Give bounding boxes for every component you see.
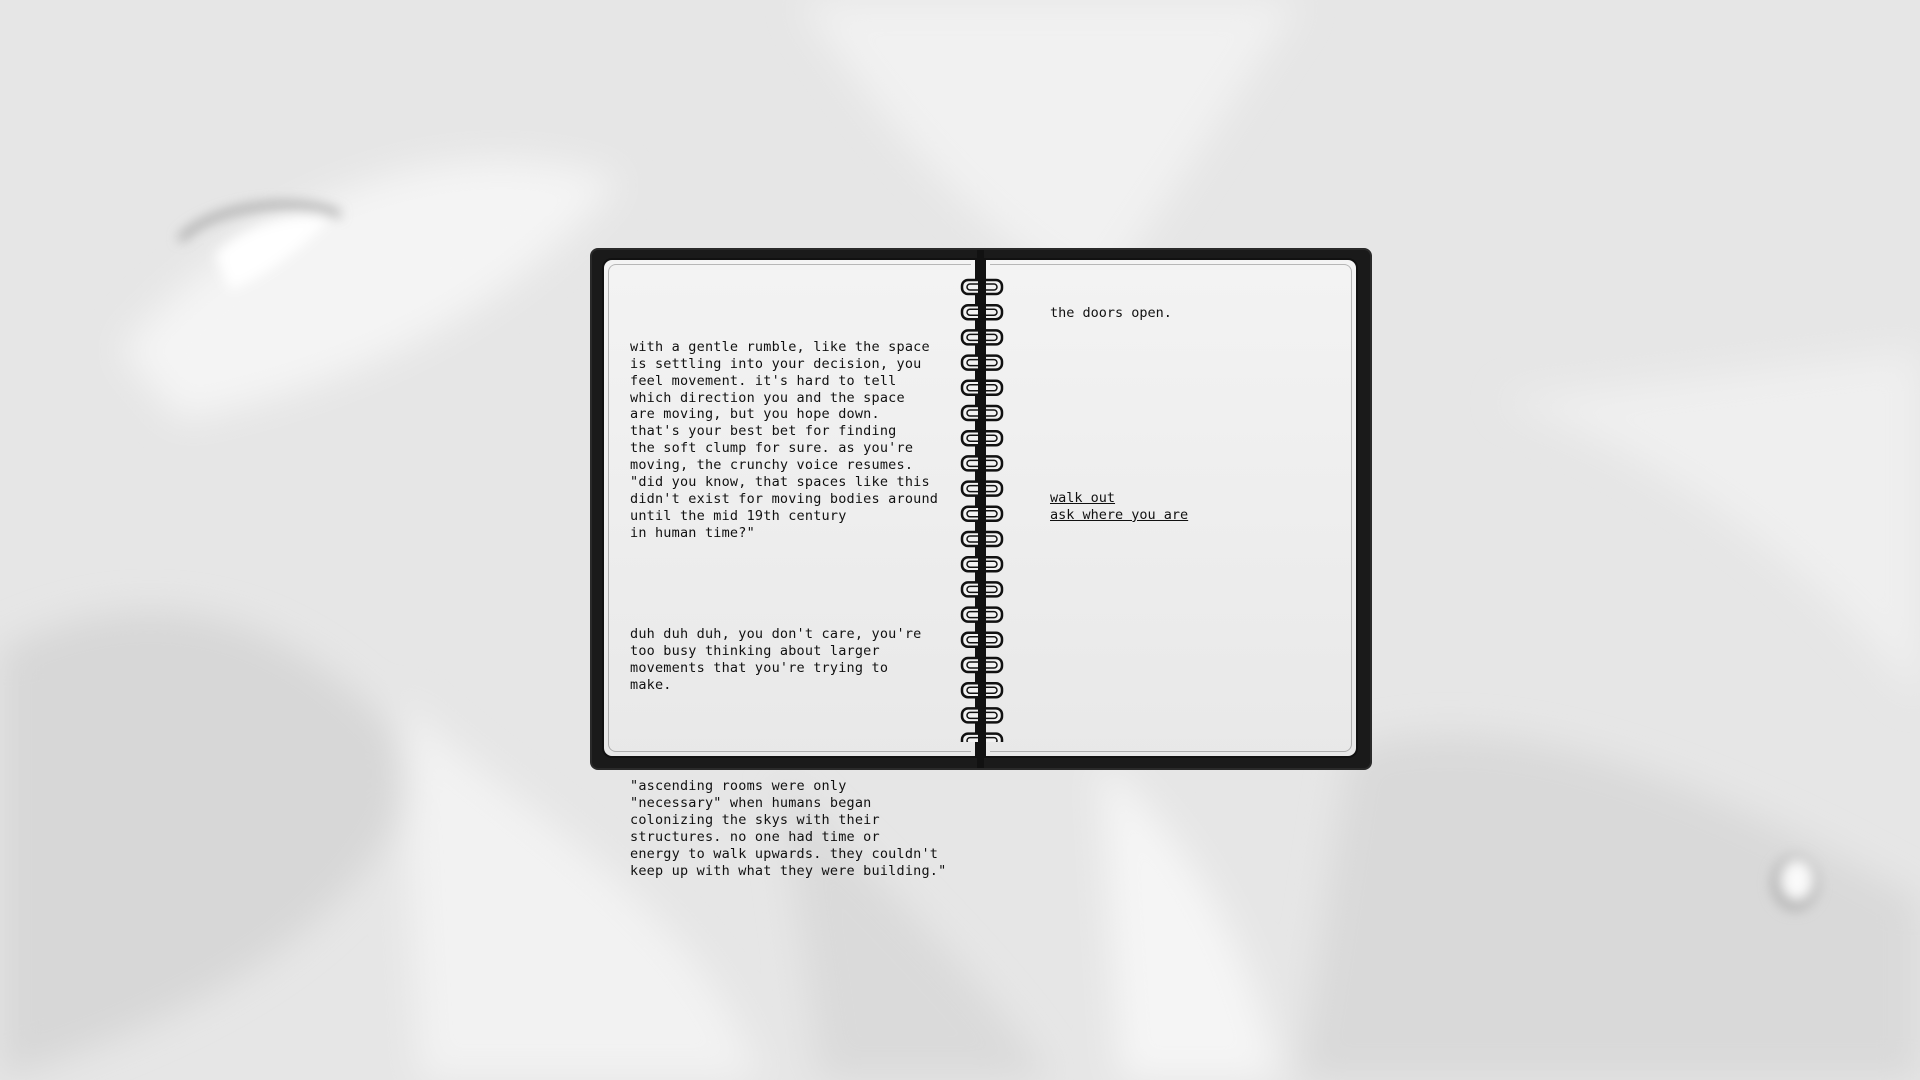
spiral-ring <box>960 530 1004 548</box>
spiral-ring <box>960 303 1004 322</box>
spiral-ring <box>960 656 1004 674</box>
spiral-ring <box>960 278 1004 296</box>
story-paragraph-1: with a gentle rumble, like the space is … <box>630 338 939 541</box>
story-text: with a gentle rumble, like the space is … <box>630 305 950 914</box>
choice-ask-where-you-are[interactable]: ask where you are <box>1050 507 1188 524</box>
choice-walk-out[interactable]: walk out <box>1050 490 1188 507</box>
spiral-ring <box>960 706 1004 725</box>
spiral-ring <box>960 328 1004 347</box>
spiral-ring <box>960 731 1004 742</box>
spiral-ring <box>960 378 1004 397</box>
spiral-ring <box>960 504 1004 523</box>
scene-text: the doors open. <box>1050 305 1172 321</box>
spiral-ring <box>960 580 1004 599</box>
spiral-ring <box>960 429 1004 448</box>
choice-list: walk out ask where you are <box>1050 490 1188 524</box>
spiral-ring <box>960 353 1004 372</box>
spiral-ring <box>960 479 1004 498</box>
spiral-ring <box>960 454 1004 473</box>
notebook: with a gentle rumble, like the space is … <box>592 250 1370 879</box>
spiral-binding <box>960 278 1004 742</box>
spiral-ring <box>960 404 1004 422</box>
story-paragraph-3: "ascending rooms were only "necessary" w… <box>630 778 947 879</box>
spiral-ring <box>960 605 1004 624</box>
spiral-ring <box>960 630 1004 649</box>
spiral-ring <box>960 555 1004 574</box>
story-paragraph-2: duh duh duh, you don't care, you're too … <box>630 626 922 693</box>
spiral-ring <box>960 681 1004 700</box>
